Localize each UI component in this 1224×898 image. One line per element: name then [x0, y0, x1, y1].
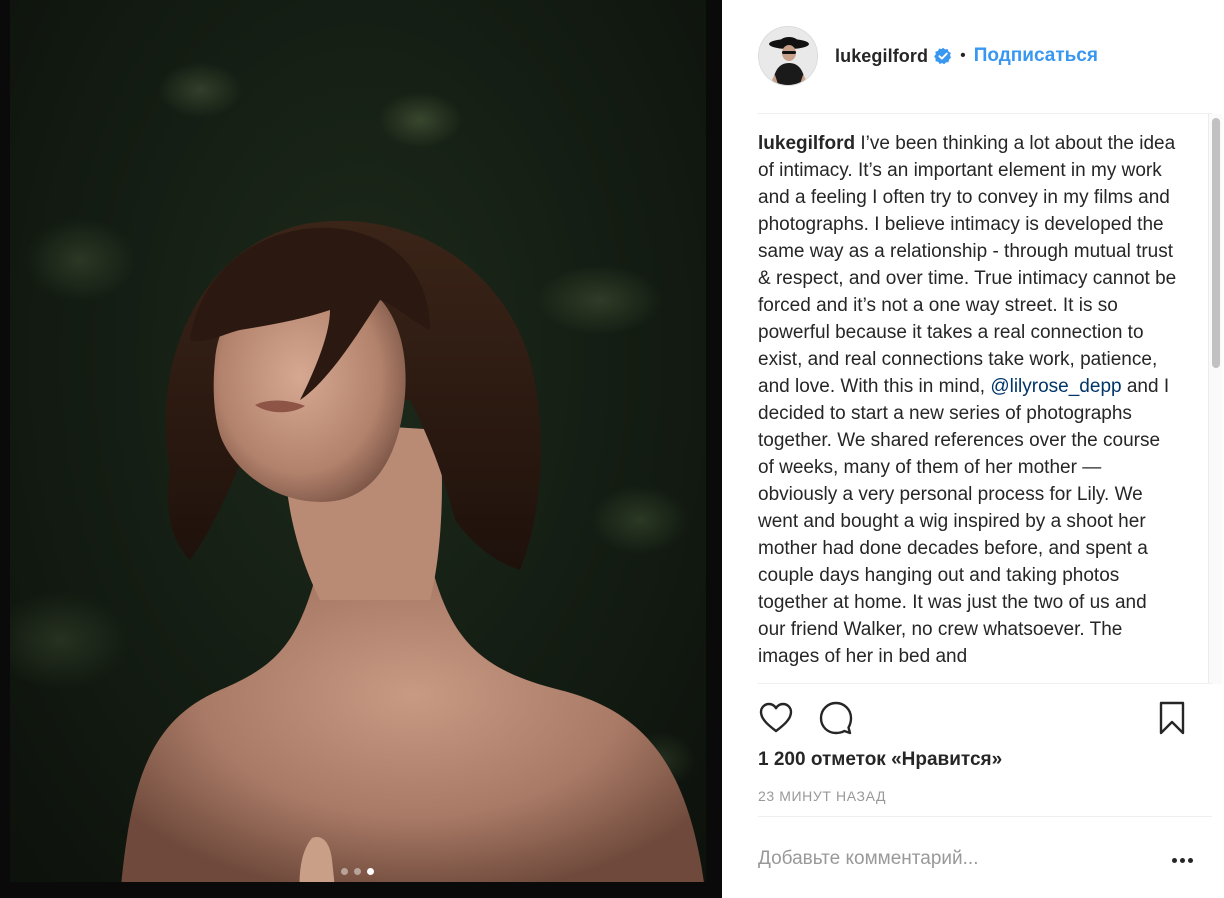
likes-count[interactable]: 1 200 отметок «Нравится»: [758, 749, 1002, 771]
caption-username[interactable]: lukegilford: [758, 133, 855, 154]
post-sidebar: lukegilford • Подписаться lukegilford I’…: [722, 0, 1224, 898]
follow-button[interactable]: Подписаться: [974, 45, 1098, 67]
post-header: lukegilford • Подписаться: [758, 26, 1098, 86]
more-dot: [1171, 857, 1177, 863]
post-username[interactable]: lukegilford: [835, 46, 928, 67]
photo-frame-edge: [0, 0, 10, 898]
caption-text-part: and I decided to start a new series of p…: [758, 376, 1170, 667]
divider: [758, 683, 1212, 684]
verified-badge-icon: [934, 47, 952, 65]
caption-text: lukegilford I’ve been thinking a lot abo…: [758, 130, 1178, 670]
caption-text-part: I’ve been thinking a lot about the idea …: [758, 133, 1177, 397]
more-options-icon[interactable]: [1168, 848, 1196, 872]
comment-form: [758, 840, 1193, 880]
post-timestamp[interactable]: 23 минут назад: [758, 788, 886, 804]
photo-subject: [120, 220, 706, 898]
carousel-dot-active: [367, 868, 374, 875]
comment-bubble-icon[interactable]: [818, 700, 854, 736]
carousel-indicator: [341, 868, 374, 875]
heart-icon[interactable]: [758, 700, 794, 736]
photo-frame-edge: [706, 0, 722, 898]
photo-frame-edge: [0, 882, 722, 898]
caption-scrollbar[interactable]: [1208, 114, 1222, 684]
scrollbar-thumb[interactable]: [1212, 118, 1220, 368]
comment-input[interactable]: [758, 840, 1138, 878]
avatar-image: [759, 27, 817, 85]
more-dot: [1179, 857, 1185, 863]
divider: [758, 113, 1212, 114]
carousel-dot: [354, 868, 361, 875]
carousel-dot: [341, 868, 348, 875]
post-photo[interactable]: [0, 0, 722, 898]
mention-link[interactable]: @lilyrose_depp: [990, 376, 1121, 397]
caption-scroll-area[interactable]: lukegilford I’ve been thinking a lot abo…: [758, 130, 1206, 683]
bookmark-icon[interactable]: [1154, 700, 1190, 736]
more-dot: [1187, 857, 1193, 863]
divider: [758, 816, 1212, 817]
avatar[interactable]: [758, 26, 818, 86]
separator-dot: •: [960, 47, 966, 64]
action-bar: [758, 700, 1190, 736]
